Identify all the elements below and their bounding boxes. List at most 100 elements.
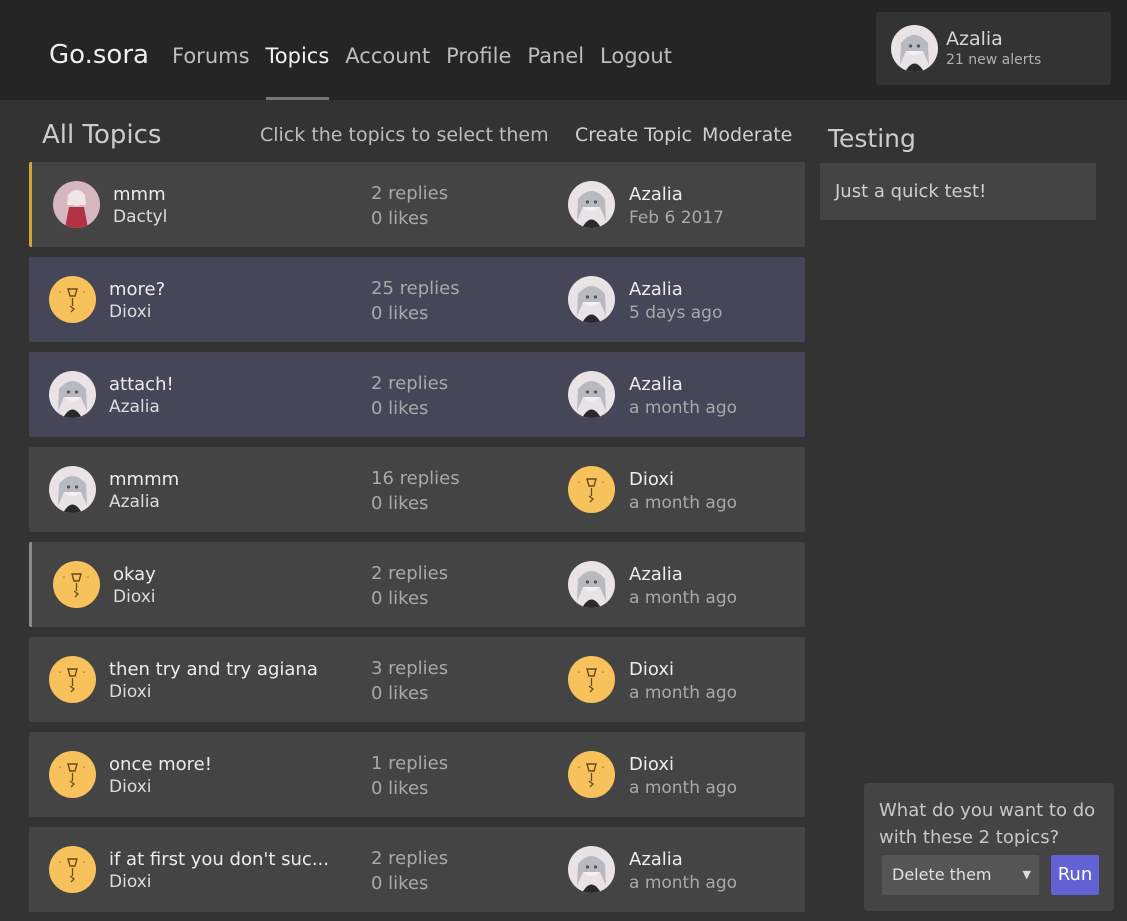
topic-title[interactable]: mmm [113, 184, 166, 205]
last-poster-avatar[interactable] [568, 846, 615, 893]
topic-row[interactable]: ˘ ˘ more? Dioxi 25 replies 0 likes Azalia… [29, 257, 805, 342]
author-avatar[interactable]: ˘ ˘ [53, 561, 100, 608]
topic-author[interactable]: Dioxi [109, 302, 151, 322]
moderate-button[interactable]: Moderate [702, 124, 792, 146]
alerts-count[interactable]: 21 new alerts [946, 52, 1041, 68]
like-count: 0 likes [371, 208, 429, 229]
sidebar-widget: Just a quick test! [820, 163, 1096, 220]
last-poster-avatar[interactable]: ˘ ˘ [568, 466, 615, 513]
topic-author[interactable]: Dioxi [113, 587, 155, 607]
moderation-panel: What do you want to do with these 2 topi… [864, 783, 1114, 911]
user-avatar [891, 25, 938, 72]
user-menu[interactable]: Azalia 21 new alerts [876, 12, 1111, 85]
nav-account[interactable]: Account [345, 44, 430, 100]
reply-count: 2 replies [371, 373, 449, 394]
svg-text:˘: ˘ [58, 766, 62, 774]
topic-author[interactable]: Azalia [109, 492, 160, 512]
svg-text:˘: ˘ [601, 481, 605, 489]
site-header: Go.sora Forums Topics Account Profile Pa… [0, 0, 1127, 100]
topic-row[interactable]: mmm Dactyl 2 replies 0 likes Azalia Feb … [29, 162, 805, 247]
author-avatar[interactable]: ˘ ˘ [49, 751, 96, 798]
last-poster-name[interactable]: Dioxi [629, 754, 674, 775]
last-poster-avatar[interactable] [568, 276, 615, 323]
topic-row[interactable]: attach! Azalia 2 replies 0 likes Azalia … [29, 352, 805, 437]
site-brand[interactable]: Go.sora [49, 40, 149, 70]
author-avatar[interactable] [53, 181, 100, 228]
like-count: 0 likes [371, 398, 429, 419]
nav-forums[interactable]: Forums [172, 44, 250, 100]
author-avatar[interactable]: ˘ ˘ [49, 846, 96, 893]
reply-count: 2 replies [371, 563, 449, 584]
like-count: 0 likes [371, 683, 429, 704]
last-poster-avatar[interactable] [568, 561, 615, 608]
topic-author[interactable]: Dioxi [109, 872, 151, 892]
topic-author[interactable]: Azalia [109, 397, 160, 417]
author-avatar[interactable]: ˘ ˘ [49, 276, 96, 323]
reply-count: 25 replies [371, 278, 460, 299]
svg-text:˘: ˘ [82, 671, 86, 679]
page-title: All Topics [42, 120, 162, 150]
topic-title[interactable]: mmmm [109, 469, 179, 490]
topic-row[interactable]: ˘ ˘ once more! Dioxi 1 replies 0 likes ˘ ˘… [29, 732, 805, 817]
topic-title[interactable]: if at first you don't suc... [109, 849, 329, 870]
topic-author[interactable]: Dioxi [109, 777, 151, 797]
selection-hint: Click the topics to select them [260, 124, 549, 146]
last-poster-name[interactable]: Azalia [629, 849, 683, 870]
last-post-time: 5 days ago [629, 303, 723, 323]
nav-logout[interactable]: Logout [600, 44, 672, 100]
like-count: 0 likes [371, 303, 429, 324]
user-name: Azalia [946, 28, 1003, 50]
last-post-time: Feb 6 2017 [629, 208, 724, 228]
last-poster-name[interactable]: Azalia [629, 184, 683, 205]
last-post-time: a month ago [629, 778, 738, 798]
nav-panel[interactable]: Panel [527, 44, 584, 100]
svg-text:˘: ˘ [601, 766, 605, 774]
topic-row[interactable]: ˘ ˘ then try and try agiana Dioxi 3 repli… [29, 637, 805, 722]
last-poster-name[interactable]: Dioxi [629, 659, 674, 680]
like-count: 0 likes [371, 588, 429, 609]
run-button[interactable]: Run [1051, 855, 1099, 895]
last-post-time: a month ago [629, 873, 738, 893]
reply-count: 3 replies [371, 658, 449, 679]
author-avatar[interactable]: ˘ ˘ [49, 656, 96, 703]
svg-text:˘: ˘ [58, 291, 62, 299]
nav-profile[interactable]: Profile [446, 44, 511, 100]
topic-title[interactable]: more? [109, 279, 165, 300]
create-topic-button[interactable]: Create Topic [575, 124, 692, 146]
reply-count: 2 replies [371, 183, 449, 204]
nav-topics[interactable]: Topics [265, 44, 329, 100]
last-poster-name[interactable]: Azalia [629, 279, 683, 300]
last-poster-name[interactable]: Dioxi [629, 469, 674, 490]
topic-title[interactable]: okay [113, 564, 156, 585]
last-poster-name[interactable]: Azalia [629, 564, 683, 585]
last-post-time: a month ago [629, 493, 738, 513]
svg-text:˘: ˘ [577, 481, 581, 489]
sidebar-title: Testing [828, 124, 916, 153]
topic-title[interactable]: then try and try agiana [109, 659, 318, 680]
moderation-action-select[interactable]: Delete them ▼ [882, 855, 1039, 895]
last-poster-name[interactable]: Azalia [629, 374, 683, 395]
topic-title[interactable]: attach! [109, 374, 174, 395]
last-poster-avatar[interactable] [568, 371, 615, 418]
author-avatar[interactable] [49, 371, 96, 418]
last-post-time: a month ago [629, 588, 738, 608]
topic-title[interactable]: once more! [109, 754, 212, 775]
last-poster-avatar[interactable]: ˘ ˘ [568, 656, 615, 703]
topic-author[interactable]: Dioxi [109, 682, 151, 702]
moderation-question: What do you want to do with these 2 topi… [879, 800, 1096, 848]
topic-row[interactable]: ˘ ˘ okay Dioxi 2 replies 0 likes Azalia a… [29, 542, 805, 627]
svg-text:˘: ˘ [82, 861, 86, 869]
topic-author[interactable]: Dactyl [113, 207, 167, 227]
last-poster-avatar[interactable]: ˘ ˘ [568, 751, 615, 798]
svg-text:˘: ˘ [82, 766, 86, 774]
topic-row[interactable]: ˘ ˘ if at first you don't suc... Dioxi 2 … [29, 827, 805, 912]
reply-count: 1 replies [371, 753, 449, 774]
last-poster-avatar[interactable] [568, 181, 615, 228]
reply-count: 16 replies [371, 468, 460, 489]
like-count: 0 likes [371, 493, 429, 514]
topic-row[interactable]: mmmm Azalia 16 replies 0 likes ˘ ˘ Dioxi … [29, 447, 805, 532]
svg-text:˘: ˘ [577, 766, 581, 774]
svg-text:˘: ˘ [577, 671, 581, 679]
author-avatar[interactable] [49, 466, 96, 513]
last-post-time: a month ago [629, 683, 738, 703]
